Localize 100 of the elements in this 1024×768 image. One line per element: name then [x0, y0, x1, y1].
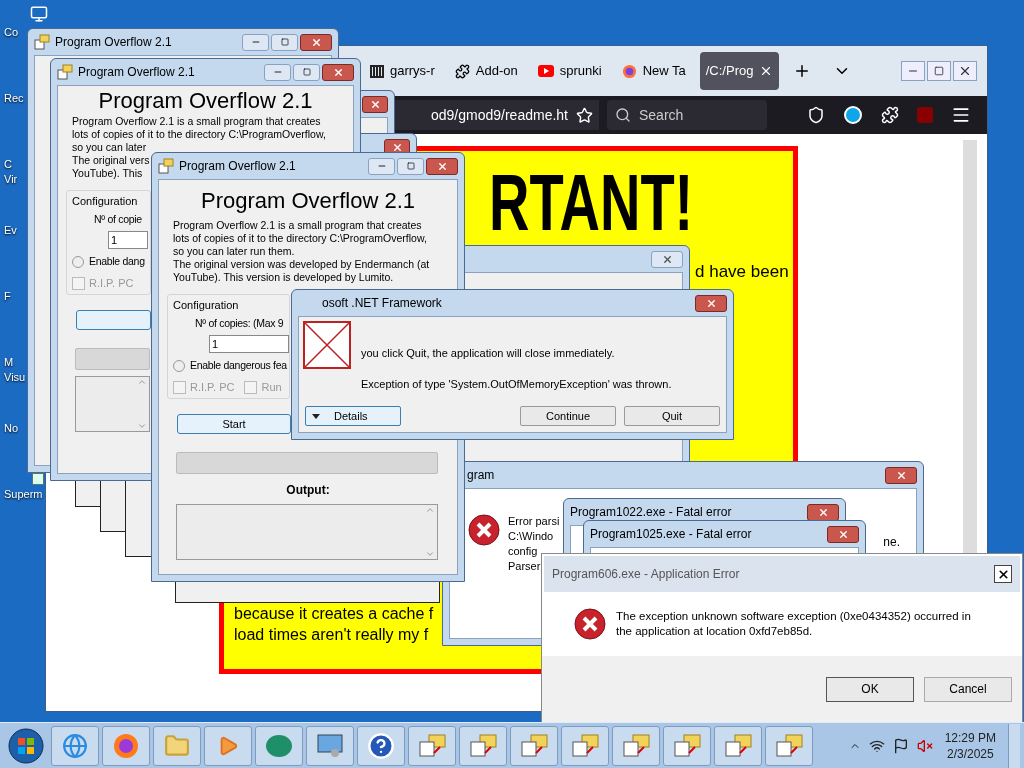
menu-icon[interactable]: [951, 105, 971, 125]
taskbar-button[interactable]: [561, 725, 609, 766]
ring-icon[interactable]: [843, 105, 863, 125]
scroll-down-icon: [137, 421, 147, 431]
show-desktop-button[interactable]: [1008, 723, 1020, 768]
taskbar-button[interactable]: [306, 725, 354, 766]
close-icon: [837, 528, 849, 540]
close-icon: [369, 98, 381, 110]
start-button[interactable]: [76, 310, 151, 330]
close-button[interactable]: [827, 525, 859, 543]
taskbar-button[interactable]: [612, 725, 660, 766]
close-button[interactable]: [322, 63, 354, 81]
taskbar-button[interactable]: [102, 725, 150, 766]
desktop-icon-label[interactable]: Co: [4, 25, 19, 40]
shortcut-icon[interactable]: [32, 473, 44, 485]
close-button[interactable]: [807, 503, 839, 521]
desktop-icon-label[interactable]: No: [4, 421, 19, 436]
taskbar-button[interactable]: [255, 725, 303, 766]
desktop-icon-label[interactable]: F: [4, 289, 11, 304]
close-icon: [996, 567, 1010, 581]
browser-tab[interactable]: New Ta: [615, 52, 692, 90]
app-icon: [774, 732, 804, 759]
caret-icon: [312, 413, 320, 419]
description-line: The original version was developed by Endermanch (at: [173, 258, 430, 271]
notice-text: because it creates a cache f: [234, 604, 434, 624]
taskbar-button[interactable]: [510, 725, 558, 766]
puzzle-icon: [454, 63, 470, 79]
close-icon: [817, 506, 829, 518]
desktop-icon-label[interactable]: M: [4, 355, 14, 370]
copies-spinner[interactable]: 1: [209, 335, 289, 353]
close-button[interactable]: [426, 157, 458, 175]
checkbox-label: Run: [261, 379, 282, 395]
taskbar-button[interactable]: [765, 725, 813, 766]
window-title: Program Overflow 2.1: [179, 158, 296, 175]
window-title: Program Overflow 2.1: [78, 64, 195, 81]
close-icon: [436, 160, 448, 172]
dialog-button[interactable]: OK: [826, 676, 914, 702]
desktop-icon-label[interactable]: Vir: [4, 172, 18, 187]
close-icon: [391, 141, 403, 153]
close-icon: [705, 297, 717, 309]
taskbar-button[interactable]: [714, 725, 762, 766]
search-field[interactable]: Search: [607, 100, 767, 130]
browser-tab[interactable]: Add-on: [448, 52, 524, 90]
app-icon: [34, 34, 50, 50]
browser-tab[interactable]: sprunki: [531, 52, 608, 90]
copies-label: Nº of copies: (Max 9: [195, 317, 284, 330]
taskbar-button[interactable]: [663, 725, 711, 766]
close-button[interactable]: [362, 95, 388, 113]
minimize-button[interactable]: [264, 63, 291, 81]
app-icon: [158, 158, 174, 174]
scroll-up-icon: [137, 377, 147, 387]
desktop-icon-label[interactable]: Visu: [4, 370, 26, 385]
address-bar[interactable]: od9/gmod9/readme.ht: [394, 100, 599, 130]
close-icon: [895, 469, 907, 481]
description-line: lots of copies of it to the directory C:\ProgramOverflow,: [173, 232, 427, 245]
dialog-button[interactable]: Continue: [520, 406, 616, 426]
app-heading: Program Overflow 2.1: [201, 188, 415, 213]
close-icon: [958, 64, 972, 78]
start-orb-icon: [7, 726, 45, 765]
browser-tab[interactable]: /C:/Prog: [699, 52, 780, 90]
computer-icon[interactable]: [30, 5, 48, 23]
close-button[interactable]: [695, 294, 727, 312]
window-title: osoft .NET Framework: [322, 295, 442, 312]
app-icon: [57, 64, 73, 80]
description-line: Program Overflow 2.1 is a small program that creates: [173, 219, 422, 232]
clock[interactable]: 12:29 PM 2/3/2025: [940, 729, 1000, 762]
start-button[interactable]: Start: [177, 414, 291, 434]
taskbar-button[interactable]: [357, 725, 405, 766]
dialog-message: you click Quit, the application will close immediately.: [361, 346, 615, 361]
taskbar-button[interactable]: [459, 725, 507, 766]
radio-button[interactable]: [173, 359, 185, 372]
extensions-icon[interactable]: [881, 106, 899, 124]
dialog-button[interactable]: Cancel: [924, 676, 1012, 702]
notice-text: load times aren't really my f: [234, 625, 429, 645]
minimize-button[interactable]: [901, 61, 925, 81]
close-button[interactable]: [994, 565, 1012, 583]
minimize-button[interactable]: [242, 33, 269, 51]
radio-button[interactable]: [72, 255, 84, 268]
description-line: YouTube). This: [72, 167, 143, 180]
taskbar-button[interactable]: [408, 725, 456, 766]
browser-tab[interactable]: garrys-r: [364, 52, 441, 90]
output-label: Output:: [286, 482, 330, 498]
maximize-button[interactable]: [927, 61, 951, 81]
speaker-muted-icon[interactable]: [916, 737, 933, 754]
error-text: ne.: [883, 535, 900, 550]
close-button[interactable]: [885, 466, 917, 484]
desktop-icon-label[interactable]: C: [4, 157, 12, 172]
dialog-message: Exception of type 'System.OutOfMemoryException' was thrown.: [361, 376, 672, 392]
desktop-icon-label[interactable]: Rec: [4, 91, 24, 106]
flag-icon[interactable]: [892, 737, 909, 754]
bookmark-star-icon[interactable]: [576, 106, 593, 124]
close-button[interactable]: [300, 33, 332, 51]
close-button[interactable]: [953, 61, 977, 81]
maximize-icon: [406, 162, 415, 170]
copies-spinner[interactable]: 1: [108, 231, 148, 249]
details-button[interactable]: Details: [305, 406, 401, 426]
desktop-icon-label[interactable]: Ev: [4, 223, 17, 238]
dialog-button[interactable]: Quit: [624, 406, 720, 426]
desktop-icon-label[interactable]: Superm: [4, 487, 43, 502]
app-icon: [519, 732, 549, 759]
